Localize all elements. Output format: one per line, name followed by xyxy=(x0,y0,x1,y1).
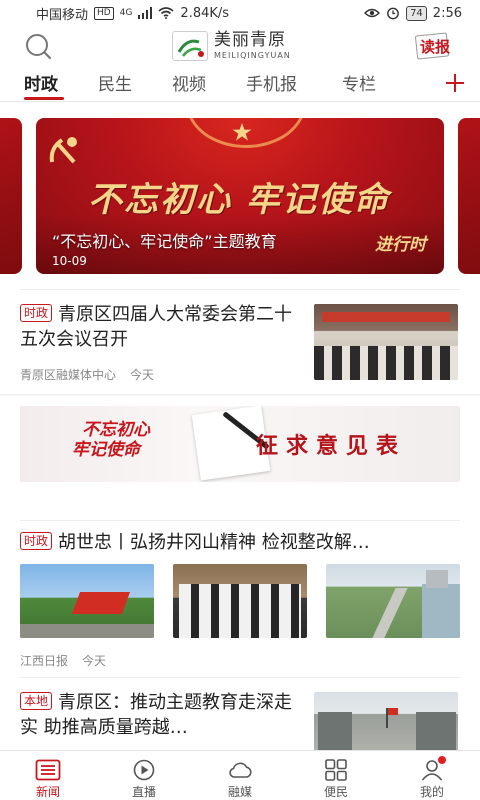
thumbnail-river xyxy=(422,584,460,638)
promo-title: 征求意见表 xyxy=(256,433,407,459)
banner-subtitle: 进行时 xyxy=(375,235,426,255)
thumbnail-buildings xyxy=(426,570,448,588)
news-title: 青原区：推动主题教育走深走实 助推高质量跨越… xyxy=(20,692,293,738)
news-headline: 本地 青原区：推动主题教育走深走实 助推高质量跨越… xyxy=(20,690,292,740)
news-time: 今天 xyxy=(130,368,155,382)
news-headline: 时政 胡世忠丨弘扬井冈山精神 检视整改解… xyxy=(20,530,460,555)
status-bar: 中国移动 HD 4G 2.84K/s 74 2:56 xyxy=(0,0,480,26)
tab-shizheng[interactable]: 时政 xyxy=(24,70,58,95)
status-left: 中国移动 HD 4G 2.84K/s xyxy=(36,4,229,23)
thumbnail-building-right xyxy=(416,712,456,750)
nav-news[interactable]: 新闻 xyxy=(0,751,96,800)
tab-video[interactable]: 视频 xyxy=(172,70,206,95)
nav-mine[interactable]: 我的 xyxy=(384,751,480,800)
live-icon xyxy=(133,759,155,781)
news-thumbnail xyxy=(314,304,458,380)
bottom-nav: 新闻 直播 融媒 便民 我的 xyxy=(0,750,480,800)
read-paper-label: 读报 xyxy=(419,37,450,56)
app-header: 美丽青原 MEILIQINGYUAN 读报 xyxy=(0,26,480,66)
nav-label: 直播 xyxy=(131,785,156,799)
banner-carousel[interactable]: 不忘初心 牢记使命 进行时 “不忘初心、牢记使命”主题教育 10-09 xyxy=(0,116,480,278)
banner-slide[interactable]: 不忘初心 牢记使命 进行时 “不忘初心、牢记使命”主题教育 10-09 xyxy=(36,118,444,274)
news-tag: 本地 xyxy=(20,692,53,710)
tab-mobile-paper[interactable]: 手机报 xyxy=(246,70,297,95)
eye-icon xyxy=(364,8,381,18)
news-source: 江西日报 xyxy=(20,654,69,668)
news-tag: 时政 xyxy=(20,304,53,322)
logo-text: 美丽青原 MEILIQINGYUAN xyxy=(214,32,291,60)
news-thumbnail-1 xyxy=(20,564,154,638)
news-title: 胡世忠丨弘扬井冈山精神 检视整改解… xyxy=(58,532,370,553)
search-icon xyxy=(26,34,52,60)
category-tabs: 时政 民生 视频 手机报 专栏 xyxy=(0,66,480,102)
signal-icon xyxy=(138,7,153,19)
add-channel-button[interactable] xyxy=(444,66,466,102)
nav-services[interactable]: 便民 xyxy=(288,751,384,800)
app-logo: 美丽青原 MEILIQINGYUAN xyxy=(172,30,312,62)
news-meta: 江西日报 今天 xyxy=(20,652,106,669)
read-paper-button[interactable]: 读报 xyxy=(410,32,460,60)
divider xyxy=(20,520,460,521)
news-icon xyxy=(35,759,61,781)
news-time: 今天 xyxy=(82,654,107,668)
news-tag: 时政 xyxy=(20,532,53,550)
news-title: 青原区四届人大常委会第二十五次会议召开 xyxy=(20,304,293,350)
news-item-2[interactable]: 时政 胡世忠丨弘扬井冈山精神 检视整改解… 江西日报 今天 xyxy=(0,522,480,682)
carousel-next-slide[interactable] xyxy=(458,118,480,274)
tab-column[interactable]: 专栏 xyxy=(342,70,376,95)
hd-badge: HD xyxy=(94,6,114,20)
carrier-label: 中国移动 xyxy=(36,7,89,23)
news-thumbnail-2 xyxy=(173,564,307,638)
news-item-3[interactable]: 本地 青原区：推动主题教育走深走实 助推高质量跨越… xyxy=(0,678,480,750)
star-icon xyxy=(232,123,252,141)
news-meta: 青原区融媒体中心 今天 xyxy=(20,366,154,383)
thumbnail-road xyxy=(20,624,154,638)
thumbnail-city-road xyxy=(372,588,408,638)
news-headline: 时政 青原区四届人大常委会第二十五次会议召开 xyxy=(20,302,292,352)
news-thumbnail-3 xyxy=(326,564,460,638)
thumbnail-flag-monument xyxy=(71,592,131,614)
promo-slogan-line2: 牢记使命 xyxy=(72,440,140,460)
wifi-icon xyxy=(158,7,174,19)
active-tab-indicator xyxy=(24,97,64,100)
thumbnail-building-left xyxy=(318,712,352,750)
status-right: 74 2:56 xyxy=(364,5,462,21)
network-label: 4G xyxy=(119,8,133,18)
tabs-fade xyxy=(394,66,434,100)
news-source: 青原区融媒体中心 xyxy=(20,368,117,382)
banner-date: 10-09 xyxy=(52,254,87,268)
carousel-prev-slide[interactable] xyxy=(0,118,22,274)
section-gap xyxy=(0,394,480,396)
nav-label: 便民 xyxy=(323,785,348,799)
notification-dot xyxy=(438,756,446,764)
tab-minsheng[interactable]: 民生 xyxy=(98,70,132,95)
nav-live[interactable]: 直播 xyxy=(96,751,192,800)
nav-label: 融媒 xyxy=(227,785,252,799)
news-item-1[interactable]: 时政 青原区四届人大常委会第二十五次会议召开 青原区融媒体中心 今天 xyxy=(0,290,480,394)
nav-label: 我的 xyxy=(419,785,444,799)
party-emblem-icon xyxy=(49,137,77,164)
plus-icon xyxy=(446,74,464,92)
promo-slogan-line1: 不忘初心 xyxy=(82,420,150,440)
battery-indicator: 74 xyxy=(406,5,427,21)
thumbnail-audience xyxy=(314,346,458,380)
grid-icon xyxy=(325,759,347,781)
logo-title: 美丽青原 xyxy=(214,30,286,50)
thumbnail-people xyxy=(179,584,301,638)
network-speed: 2.84K/s xyxy=(180,5,230,21)
search-button[interactable] xyxy=(22,32,56,62)
banner-title: “不忘初心、牢记使命”主题教育 xyxy=(52,232,277,251)
thumbnail-meeting-banner xyxy=(322,312,450,322)
alarm-icon xyxy=(387,7,399,20)
news-thumbnail xyxy=(314,692,458,750)
promo-banner[interactable]: 不忘初心 牢记使命 征求意见表 xyxy=(20,406,460,482)
nav-label: 新闻 xyxy=(35,785,60,799)
logo-mark-icon xyxy=(172,31,208,61)
thumbnail-flag xyxy=(388,708,398,715)
promo-slogan: 不忘初心 牢记使命 xyxy=(72,420,150,460)
nav-media[interactable]: 融媒 xyxy=(192,751,288,800)
clock: 2:56 xyxy=(432,5,462,21)
cloud-icon xyxy=(229,762,252,778)
logo-subtitle: MEILIQINGYUAN xyxy=(214,51,291,60)
